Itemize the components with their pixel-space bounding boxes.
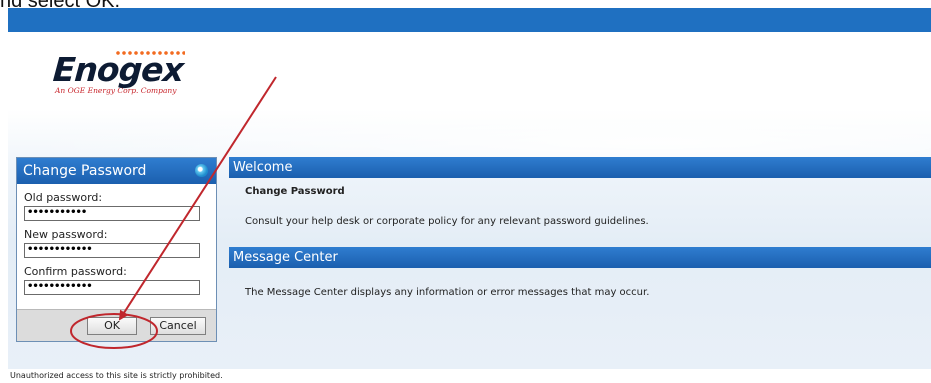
change-password-panel: Change Password Old password: ••••••••••…	[16, 157, 217, 342]
old-password-field[interactable]: •••••••••••	[24, 206, 200, 221]
instruction-caption: nd select OK.	[0, 0, 340, 8]
confirm-password-label: Confirm password:	[24, 265, 127, 278]
panel-button-bar: OK Cancel	[17, 309, 216, 341]
footer-notice: Unauthorized access to this site is stri…	[8, 369, 931, 383]
welcome-header: Welcome	[229, 157, 931, 178]
ok-button[interactable]: OK	[87, 317, 137, 335]
panel-title: Change Password	[23, 163, 147, 179]
refresh-icon[interactable]	[195, 164, 208, 177]
confirm-password-field[interactable]: ••••••••••••	[24, 280, 200, 295]
new-password-field[interactable]: ••••••••••••	[24, 243, 200, 258]
panel-header: Change Password	[17, 158, 216, 184]
enogex-logo: Enogex An OGE Energy Corp. Company	[51, 50, 185, 100]
welcome-title: Change Password	[245, 186, 345, 197]
logo-wordmark: Enogex	[51, 50, 185, 89]
top-banner	[8, 8, 931, 32]
old-password-label: Old password:	[24, 191, 103, 204]
welcome-text: Consult your help desk or corporate poli…	[245, 216, 649, 227]
message-center-header: Message Center	[229, 247, 931, 268]
message-center-text: The Message Center displays any informat…	[245, 287, 650, 298]
cancel-button[interactable]: Cancel	[150, 317, 206, 335]
new-password-label: New password:	[24, 228, 108, 241]
